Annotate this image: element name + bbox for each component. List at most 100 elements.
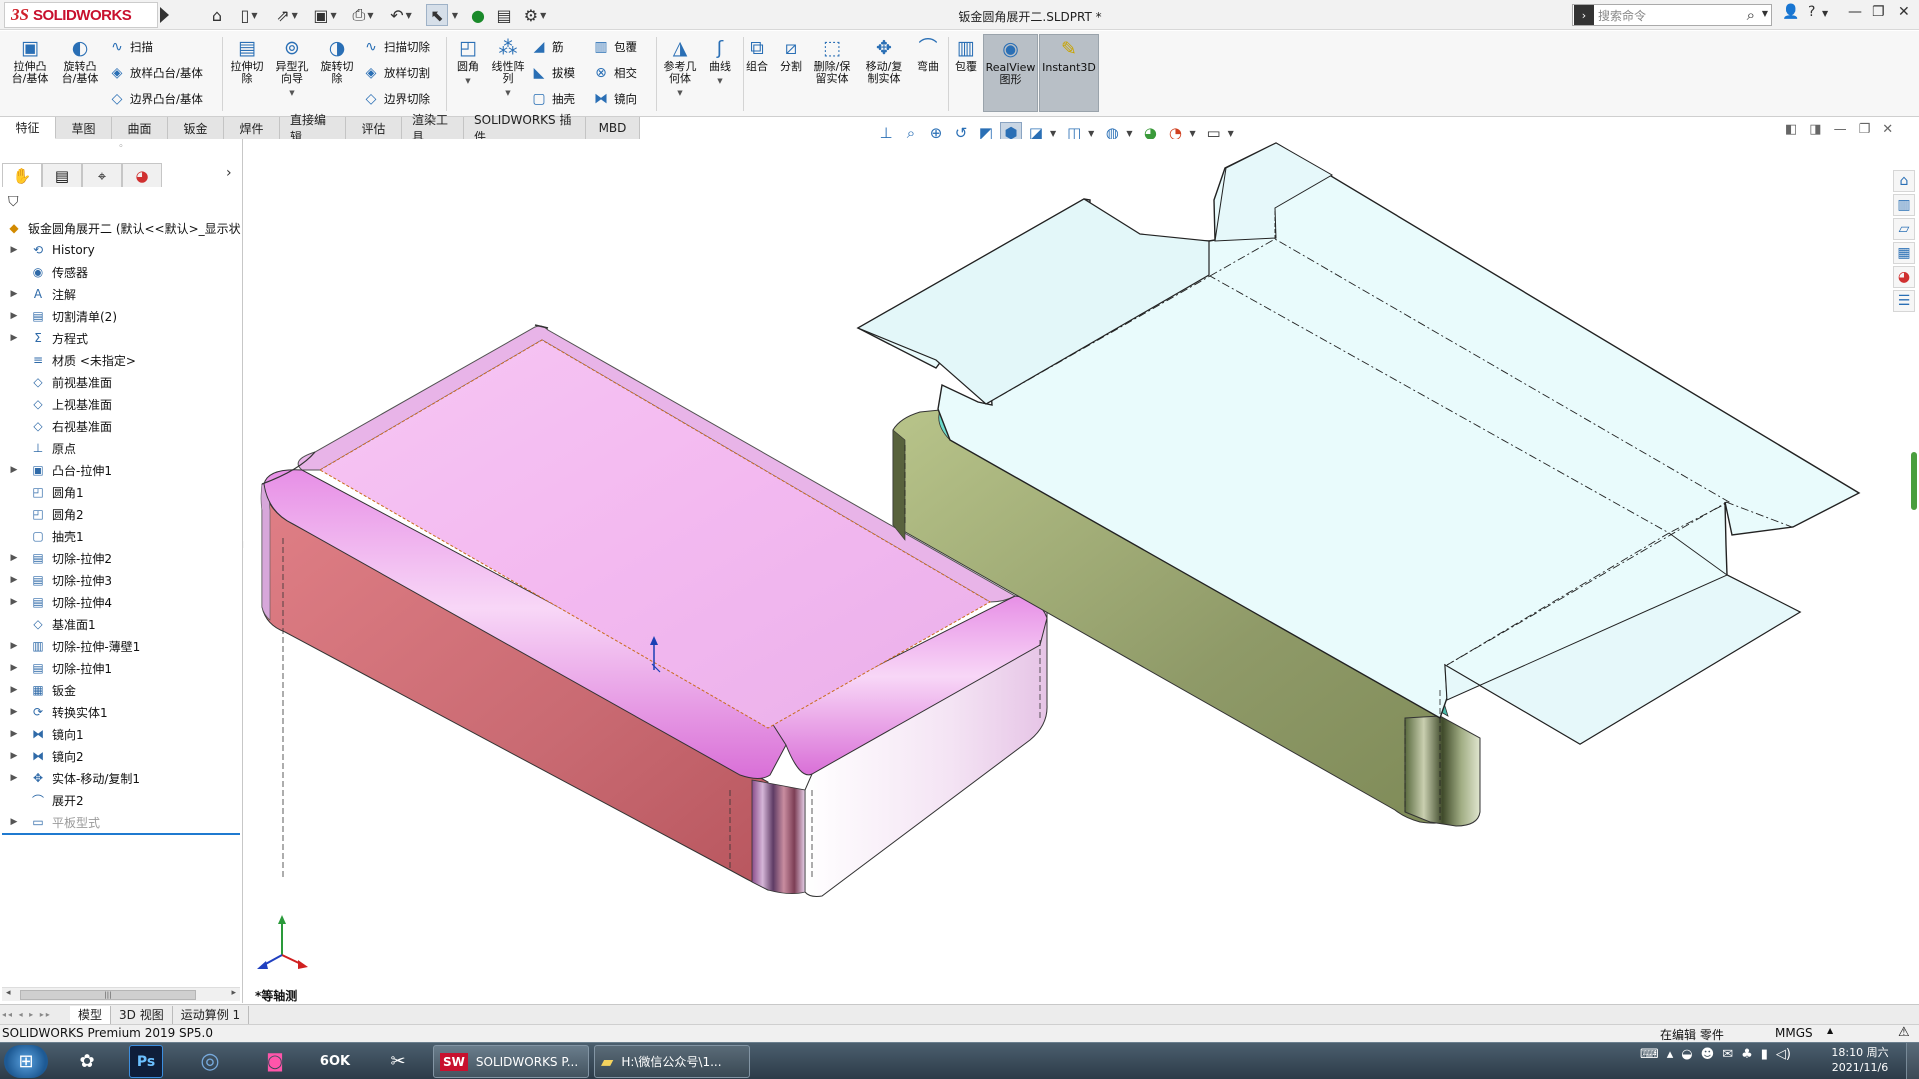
tree-item[interactable]: ◆ 钣金圆角展开二 (默认<<默认>_显示状 xyxy=(0,217,243,239)
tree-item[interactable]: ◰ 圆角2 xyxy=(0,503,243,525)
feature-tree-tab-icon[interactable]: ✋ xyxy=(2,163,42,187)
taskbar-solidworks-window[interactable]: SW SOLIDWORKS P... xyxy=(433,1045,589,1078)
search-dropdown-icon[interactable]: ▼ xyxy=(1762,9,1768,18)
solidworks-resources-icon[interactable]: ⌂ xyxy=(1893,170,1915,192)
view-palette-icon[interactable]: ▦ xyxy=(1893,242,1915,264)
expand-arrow-icon[interactable]: ▶ xyxy=(8,553,20,563)
shell-button[interactable]: ▢ 抽壳 xyxy=(530,89,575,109)
view-settings-dropdown-icon[interactable]: ▼ xyxy=(1189,129,1195,138)
tab-evaluate[interactable]: 评估 xyxy=(346,117,402,139)
hide-show-dropdown-icon[interactable]: ▼ xyxy=(1088,129,1094,138)
pink-box-body[interactable] xyxy=(260,323,1048,897)
units-dropdown-icon[interactable]: ▲ xyxy=(1827,1026,1833,1035)
curves-dropdown-icon[interactable]: ▼ xyxy=(698,75,742,87)
tab-3d-views[interactable]: 3D 视图 xyxy=(111,1005,173,1024)
scroll-thumb[interactable]: ||| xyxy=(20,990,196,1000)
tree-item[interactable]: ◇ 右视基准面 xyxy=(0,415,243,437)
expand-arrow-icon[interactable]: ▶ xyxy=(8,773,20,783)
volume-icon[interactable]: ◁) xyxy=(1776,1047,1791,1062)
hole-wizard-dropdown-icon[interactable]: ▼ xyxy=(270,87,314,99)
select-dropdown-icon[interactable]: ▼ xyxy=(448,4,460,26)
swept-cut-button[interactable]: ∿ 扫描切除 xyxy=(362,37,430,57)
tree-item[interactable]: ◉ 传感器 xyxy=(0,261,243,283)
rib-button[interactable]: ◢ 筋 xyxy=(530,37,564,57)
tree-item[interactable]: ▶ A 注解 xyxy=(0,283,243,305)
new-document-icon[interactable]: ▯ ▼ xyxy=(232,4,266,26)
tree-item[interactable]: ▶ ▥ 切除-拉伸-薄壁1 xyxy=(0,635,243,657)
file-explorer-icon[interactable]: ▱ xyxy=(1893,218,1915,240)
draft-button[interactable]: ◣ 拔模 xyxy=(530,63,575,83)
expand-arrow-icon[interactable]: ▶ xyxy=(8,245,20,255)
tree-item[interactable]: ▶ ▤ 切除-拉伸3 xyxy=(0,569,243,591)
expand-arrow-icon[interactable]: ▶ xyxy=(8,729,20,739)
scroll-left-icon[interactable]: ◂ xyxy=(6,988,11,998)
reference-geometry-button[interactable]: ◮ 参考几 何体 ▼ xyxy=(658,37,702,99)
tray-app-3-icon[interactable]: ✉ xyxy=(1722,1047,1733,1062)
tab-surfaces[interactable]: 曲面 xyxy=(112,117,168,139)
fillet-dropdown-icon[interactable]: ▼ xyxy=(446,75,490,87)
intersect-button[interactable]: ⊗ 相交 xyxy=(592,63,637,83)
appearances-icon[interactable]: ◕ xyxy=(1893,266,1915,288)
linear-pattern-button[interactable]: ⁂ 线性阵 列 ▼ xyxy=(486,37,530,99)
show-desktop-button[interactable] xyxy=(1906,1043,1919,1079)
wrap-button[interactable]: ▥ 包覆 xyxy=(592,37,637,57)
rebuild-icon[interactable]: ● xyxy=(468,4,488,26)
search-command-box[interactable]: › 搜索命令 ⌕ ▼ xyxy=(1572,4,1772,26)
configuration-manager-tab-icon[interactable]: ⌖ xyxy=(82,163,122,187)
move-copy-body-button[interactable]: ✥ 移动/复 制实体 xyxy=(862,37,906,85)
tree-item[interactable]: ◰ 圆角1 xyxy=(0,481,243,503)
photoshop-icon[interactable]: Ps xyxy=(129,1045,163,1078)
app-pinned-2-icon[interactable]: ◙ xyxy=(254,1045,296,1078)
search-icon[interactable]: ⌕ xyxy=(1747,6,1755,24)
expand-arrow-icon[interactable]: ▶ xyxy=(8,333,20,343)
tree-item[interactable]: ▶ Σ 方程式 xyxy=(0,327,243,349)
menu-expand-icon[interactable] xyxy=(160,7,169,23)
property-manager-tab-icon[interactable]: ▤ xyxy=(42,163,82,187)
viewport-scroll-indicator[interactable] xyxy=(1911,452,1917,510)
options-gear-icon[interactable]: ⚙ ▼ xyxy=(518,4,552,26)
rollback-bar[interactable] xyxy=(2,833,240,835)
filter-icon[interactable]: ⛉ xyxy=(8,194,19,210)
expand-arrow-icon[interactable]: ▶ xyxy=(8,817,20,827)
tab-solidworks-addins[interactable]: SOLIDWORKS 插件 xyxy=(464,113,586,144)
model-canvas[interactable] xyxy=(244,139,1884,1003)
split-button[interactable]: ⧄ 分割 xyxy=(769,37,813,73)
loft-button[interactable]: ◈ 放样凸台/基体 xyxy=(108,63,203,83)
panel-grip[interactable]: ◦ xyxy=(0,139,242,155)
undo-icon[interactable]: ↶ ▼ xyxy=(384,4,418,26)
solidworks-logo[interactable]: 3S SOLIDWORKS xyxy=(4,2,158,28)
design-library-icon[interactable]: ▥ xyxy=(1893,194,1915,216)
expand-arrow-icon[interactable]: ▶ xyxy=(8,685,20,695)
network-icon[interactable]: ▮ xyxy=(1761,1047,1768,1062)
tree-item[interactable]: ▶ ▤ 切除-拉伸4 xyxy=(0,591,243,613)
revolve-cut-button[interactable]: ◑ 旋转切 除 xyxy=(315,37,359,85)
graphics-area[interactable] xyxy=(244,139,1884,1003)
app-pinned-4-icon[interactable]: ✂ xyxy=(377,1045,419,1078)
tree-item[interactable]: ⌒ 展开2 xyxy=(0,789,243,811)
expand-arrow-icon[interactable]: ▶ xyxy=(8,575,20,585)
expand-arrow-icon[interactable]: ▶ xyxy=(8,597,20,607)
tab-direct-editing[interactable]: 直接编辑 xyxy=(280,113,346,144)
help-dropdown-icon[interactable]: ▼ xyxy=(1822,9,1828,18)
tree-item[interactable]: ▶ ▤ 切除-拉伸1 xyxy=(0,657,243,679)
viewport-left-icon[interactable]: ◧ xyxy=(1785,122,1797,137)
viewport-right-icon[interactable]: ◨ xyxy=(1809,122,1821,137)
tree-item[interactable]: ▶ ▤ 切割清单(2) xyxy=(0,305,243,327)
viewport-close-icon[interactable]: ✕ xyxy=(1882,122,1893,137)
tab-weldments[interactable]: 焊件 xyxy=(224,117,280,139)
tab-render-tools[interactable]: 渲染工具 xyxy=(402,113,464,144)
expand-arrow-icon[interactable]: ▶ xyxy=(8,289,20,299)
rebuild-status-icon[interactable]: ⚠ xyxy=(1898,1025,1910,1040)
fillet-button[interactable]: ◰ 圆角 ▼ xyxy=(446,37,490,87)
tree-item[interactable]: ◇ 上视基准面 xyxy=(0,393,243,415)
app-pinned-1-icon[interactable]: ✿ xyxy=(66,1045,108,1078)
reference-geometry-dropdown-icon[interactable]: ▼ xyxy=(658,87,702,99)
expand-arrow-icon[interactable]: ▶ xyxy=(8,707,20,717)
search-input[interactable]: 搜索命令 xyxy=(1598,7,1646,24)
user-icon[interactable]: 👤 xyxy=(1782,4,1799,20)
display-manager-tab-icon[interactable]: ◕ xyxy=(122,163,162,187)
system-clock[interactable]: 18:10 周六 2021/11/6 xyxy=(1830,1045,1890,1075)
file-properties-icon[interactable]: ▤ xyxy=(494,4,514,26)
notification-up-icon[interactable]: ▴ xyxy=(1667,1047,1674,1062)
tree-item[interactable]: ▶ ✥ 实体-移动/复制1 xyxy=(0,767,243,789)
